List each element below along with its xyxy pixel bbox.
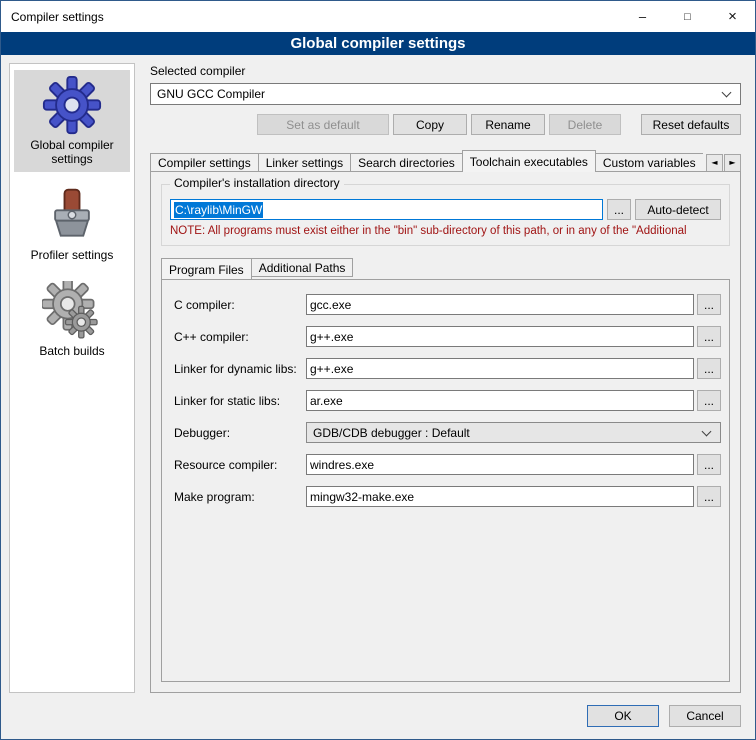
tab-program-files[interactable]: Program Files xyxy=(161,258,252,280)
delete-button[interactable]: Delete xyxy=(549,114,621,135)
set-as-default-button[interactable]: Set as default xyxy=(257,114,389,135)
linker-static-browse-button[interactable]: ... xyxy=(697,390,721,411)
debugger-label: Debugger: xyxy=(174,426,306,440)
debugger-value: GDB/CDB debugger : Default xyxy=(307,426,703,440)
sidebar: Global compiler settings Profiler settin… xyxy=(9,63,135,693)
close-button[interactable]: × xyxy=(710,1,755,32)
dialog-content: Global compiler settings Profiler settin… xyxy=(1,55,755,693)
selected-compiler-value: GNU GCC Compiler xyxy=(151,87,723,101)
sidebar-item-label: Global compiler settings xyxy=(16,138,128,166)
linker-dynamic-input[interactable]: g++.exe xyxy=(306,358,694,379)
cancel-button[interactable]: Cancel xyxy=(669,705,741,727)
window-controls: – □ × xyxy=(620,1,755,32)
c-compiler-row: C compiler: gcc.exe ... xyxy=(174,294,721,315)
linker-static-input[interactable]: ar.exe xyxy=(306,390,694,411)
tab-linker-settings[interactable]: Linker settings xyxy=(258,153,351,172)
cpp-compiler-label: C++ compiler: xyxy=(174,330,306,344)
gear-icon xyxy=(42,75,102,135)
installation-directory-row: C:\raylib\MinGW ... Auto-detect xyxy=(170,199,721,220)
dialog-header: Global compiler settings xyxy=(1,32,755,55)
chevron-down-icon xyxy=(702,426,712,436)
linker-dynamic-label: Linker for dynamic libs: xyxy=(174,362,306,376)
auto-detect-button[interactable]: Auto-detect xyxy=(635,199,721,220)
note-text: NOTE: All programs must exist either in … xyxy=(170,225,721,237)
compiler-buttons-row: Set as default Copy Rename Delete Reset … xyxy=(150,114,741,135)
debugger-row: Debugger: GDB/CDB debugger : Default xyxy=(174,422,721,443)
minimize-button[interactable]: – xyxy=(620,1,665,32)
sidebar-item-batch-builds[interactable]: Batch builds xyxy=(14,276,130,364)
installation-directory-group-title: Compiler's installation directory xyxy=(170,176,344,190)
installation-directory-value: C:\raylib\MinGW xyxy=(174,202,263,218)
arrow-left-icon: ◄ xyxy=(711,158,717,167)
maximize-icon: □ xyxy=(684,11,691,23)
make-program-value: mingw32-make.exe xyxy=(310,490,414,504)
selected-compiler-dropdown[interactable]: GNU GCC Compiler xyxy=(150,83,741,105)
tab-additional-paths[interactable]: Additional Paths xyxy=(251,258,354,277)
maximize-button[interactable]: □ xyxy=(665,1,710,32)
installation-directory-group: Compiler's installation directory C:\ray… xyxy=(161,184,730,246)
selected-compiler-label: Selected compiler xyxy=(150,64,741,78)
sidebar-item-label: Batch builds xyxy=(39,344,104,358)
tab-compiler-settings[interactable]: Compiler settings xyxy=(150,153,259,172)
dialog-footer: OK Cancel xyxy=(1,693,755,739)
installation-directory-browse-button[interactable]: ... xyxy=(607,199,631,220)
make-program-browse-button[interactable]: ... xyxy=(697,486,721,507)
sidebar-item-profiler-settings[interactable]: Profiler settings xyxy=(14,180,130,268)
sidebar-item-label: Profiler settings xyxy=(31,248,114,262)
make-program-label: Make program: xyxy=(174,490,306,504)
compiler-settings-window: Compiler settings – □ × Global compiler … xyxy=(0,0,756,740)
sub-tab-bar: Program Files Additional Paths xyxy=(161,258,730,280)
ok-button[interactable]: OK xyxy=(587,705,659,727)
profiler-icon xyxy=(42,185,102,245)
c-compiler-label: C compiler: xyxy=(174,298,306,312)
sidebar-item-global-compiler-settings[interactable]: Global compiler settings xyxy=(14,70,130,172)
c-compiler-value: gcc.exe xyxy=(310,298,351,312)
resource-compiler-row: Resource compiler: windres.exe ... xyxy=(174,454,721,475)
tab-scroll-left-button[interactable]: ◄ xyxy=(706,154,723,172)
rename-button[interactable]: Rename xyxy=(471,114,545,135)
tab-custom-variables[interactable]: Custom variables xyxy=(595,153,703,172)
resource-compiler-label: Resource compiler: xyxy=(174,458,306,472)
window-title: Compiler settings xyxy=(1,10,104,24)
tab-toolchain-executables[interactable]: Toolchain executables xyxy=(462,150,596,172)
tab-search-directories[interactable]: Search directories xyxy=(350,153,463,172)
main-area: Selected compiler GNU GCC Compiler Set a… xyxy=(146,63,741,693)
linker-dynamic-browse-button[interactable]: ... xyxy=(697,358,721,379)
c-compiler-input[interactable]: gcc.exe xyxy=(306,294,694,315)
reset-defaults-button[interactable]: Reset defaults xyxy=(641,114,741,135)
tab-scroll-right-button[interactable]: ► xyxy=(724,154,741,172)
make-program-row: Make program: mingw32-make.exe ... xyxy=(174,486,721,507)
cpp-compiler-browse-button[interactable]: ... xyxy=(697,326,721,347)
linker-static-row: Linker for static libs: ar.exe ... xyxy=(174,390,721,411)
chevron-down-icon xyxy=(722,88,732,98)
program-files-panel: C compiler: gcc.exe ... C++ compiler: g+… xyxy=(161,279,730,682)
resource-compiler-input[interactable]: windres.exe xyxy=(306,454,694,475)
copy-button[interactable]: Copy xyxy=(393,114,467,135)
main-tab-strip: Compiler settings Linker settings Search… xyxy=(150,150,703,172)
batch-builds-icon xyxy=(42,281,102,341)
titlebar: Compiler settings – □ × xyxy=(1,1,755,32)
cpp-compiler-input[interactable]: g++.exe xyxy=(306,326,694,347)
cpp-compiler-value: g++.exe xyxy=(310,330,353,344)
arrow-right-icon: ► xyxy=(729,158,735,167)
minimize-icon: – xyxy=(639,9,646,24)
c-compiler-browse-button[interactable]: ... xyxy=(697,294,721,315)
toolchain-executables-panel: Compiler's installation directory C:\ray… xyxy=(150,171,741,693)
linker-static-label: Linker for static libs: xyxy=(174,394,306,408)
resource-compiler-value: windres.exe xyxy=(310,458,374,472)
close-icon: × xyxy=(728,8,737,25)
make-program-input[interactable]: mingw32-make.exe xyxy=(306,486,694,507)
resource-compiler-browse-button[interactable]: ... xyxy=(697,454,721,475)
linker-static-value: ar.exe xyxy=(310,394,343,408)
installation-directory-input[interactable]: C:\raylib\MinGW xyxy=(170,199,603,220)
tab-scroll-controls: ◄ ► xyxy=(703,150,741,172)
dialog-header-title: Global compiler settings xyxy=(290,35,465,52)
linker-dynamic-row: Linker for dynamic libs: g++.exe ... xyxy=(174,358,721,379)
debugger-dropdown[interactable]: GDB/CDB debugger : Default xyxy=(306,422,721,443)
cpp-compiler-row: C++ compiler: g++.exe ... xyxy=(174,326,721,347)
main-tab-bar: Compiler settings Linker settings Search… xyxy=(150,150,741,172)
linker-dynamic-value: g++.exe xyxy=(310,362,353,376)
